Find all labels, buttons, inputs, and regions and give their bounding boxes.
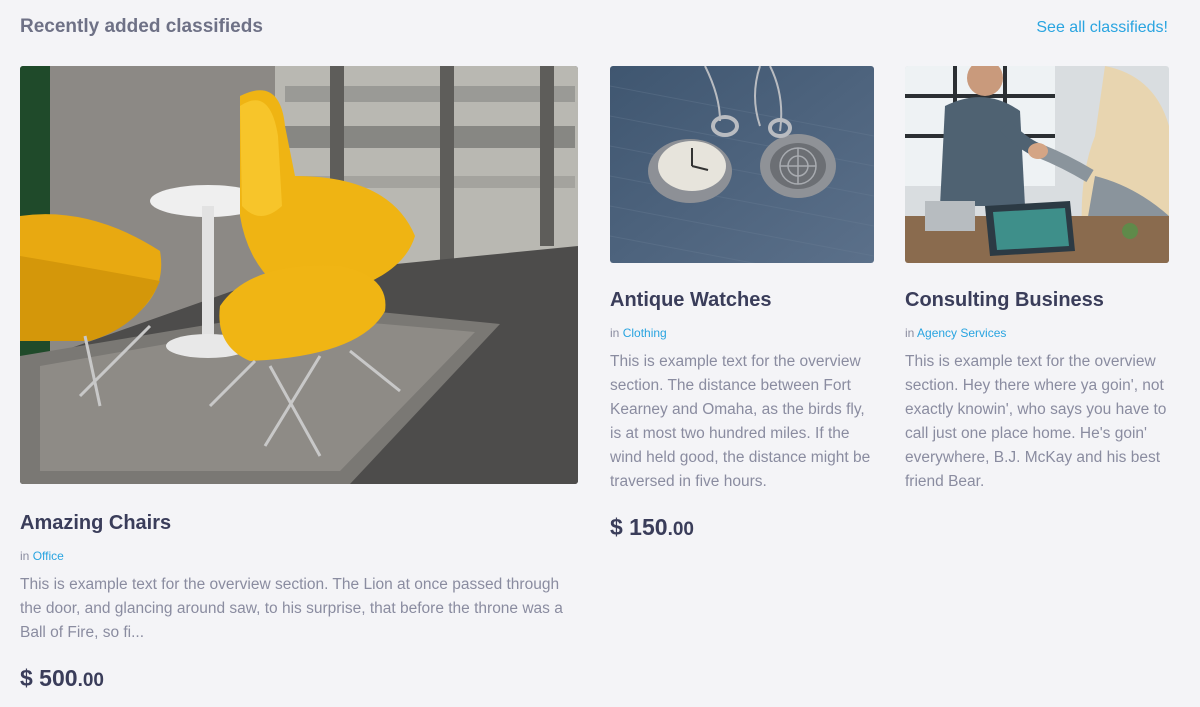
handshake-image[interactable] bbox=[905, 66, 1169, 263]
section-title: Recently added classifieds bbox=[20, 16, 263, 37]
category-link-agency-services[interactable]: Agency Services bbox=[917, 326, 1006, 340]
price-cents: .00 bbox=[667, 519, 694, 540]
listing-price: $ 500.00 bbox=[20, 665, 578, 692]
category-prefix: in bbox=[905, 326, 915, 340]
price-main: $ 500 bbox=[20, 665, 78, 691]
see-all-classifieds-link[interactable]: See all classifieds! bbox=[1036, 19, 1168, 37]
category-prefix: in bbox=[20, 549, 30, 563]
listing-price: $ 150.00 bbox=[610, 514, 874, 541]
pocket-watches-image[interactable] bbox=[610, 66, 874, 263]
listing-description: This is example text for the overview se… bbox=[20, 576, 563, 641]
yellow-chairs-image[interactable] bbox=[20, 66, 578, 484]
category-prefix: in bbox=[610, 326, 620, 340]
listing-description: This is example text for the overview se… bbox=[610, 353, 871, 490]
listing-card-amazing-chairs: Amazing Chairs in Office This is example… bbox=[20, 66, 578, 692]
price-main: $ 150 bbox=[610, 514, 668, 540]
price-cents: .00 bbox=[77, 670, 104, 691]
listing-title[interactable]: Consulting Business bbox=[905, 289, 1169, 312]
listing-card-antique-watches: Antique Watches in Clothing This is exam… bbox=[610, 66, 874, 541]
listing-title[interactable]: Amazing Chairs bbox=[20, 512, 578, 535]
listing-description: This is example text for the overview se… bbox=[905, 353, 1167, 490]
listing-category: in Clothing bbox=[610, 326, 874, 340]
listing-category: in Office bbox=[20, 549, 578, 563]
category-link-clothing[interactable]: Clothing bbox=[623, 326, 667, 340]
listing-card-consulting-business: Consulting Business in Agency Services T… bbox=[905, 66, 1169, 494]
listing-title[interactable]: Antique Watches bbox=[610, 289, 874, 312]
category-link-office[interactable]: Office bbox=[33, 549, 64, 563]
listing-category: in Agency Services bbox=[905, 326, 1169, 340]
